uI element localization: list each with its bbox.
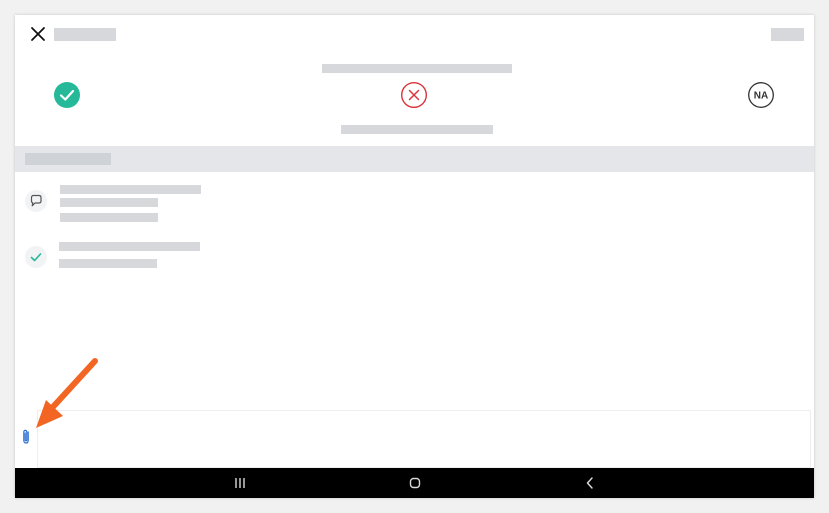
attach-button[interactable] [18, 427, 34, 447]
check-icon [30, 253, 42, 262]
comment-text-placeholder [60, 198, 158, 207]
comment-input[interactable] [37, 410, 811, 468]
activity-icon-wrapper [25, 190, 47, 212]
close-icon [31, 27, 45, 41]
recents-icon [235, 478, 245, 488]
x-circle-icon [400, 81, 428, 109]
na-button[interactable]: NA [747, 81, 775, 109]
na-circle-icon: NA [748, 82, 774, 108]
activity-icon-wrapper [25, 246, 47, 268]
recents-button[interactable] [225, 472, 255, 494]
header-action-button[interactable] [771, 28, 804, 41]
status-change-timestamp-placeholder [59, 259, 157, 268]
paperclip-icon [23, 429, 29, 444]
home-button[interactable] [400, 472, 430, 494]
home-icon [409, 477, 421, 489]
item-description-placeholder [341, 125, 493, 134]
section-title-placeholder [25, 153, 111, 165]
section-header [15, 146, 814, 172]
na-label: NA [754, 91, 768, 102]
comment-timestamp-placeholder [60, 213, 158, 222]
back-icon [586, 477, 593, 489]
activity-item-status [15, 241, 814, 271]
activity-item-comment [15, 183, 814, 227]
app-window: NA [15, 15, 814, 498]
status-change-text-placeholder [59, 242, 200, 251]
back-button[interactable] [575, 472, 605, 494]
comment-author-placeholder [60, 185, 201, 194]
close-button[interactable] [29, 25, 47, 43]
check-circle-icon [54, 82, 80, 108]
system-nav-bar [15, 468, 814, 498]
pass-button[interactable] [53, 81, 81, 109]
header-title-placeholder [54, 28, 116, 41]
item-question-placeholder [322, 64, 512, 73]
comment-icon [30, 194, 42, 207]
fail-button[interactable] [400, 81, 428, 109]
